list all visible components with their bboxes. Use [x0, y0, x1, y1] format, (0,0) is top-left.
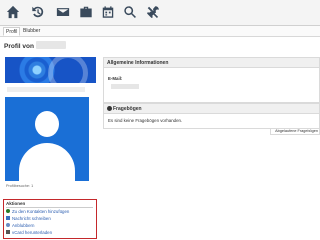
archived-questionnaires-button[interactable]: Abgelaufene Fragebögen [270, 128, 320, 135]
page-title: Profil von [4, 43, 34, 50]
blubber-label: Anblubbern [12, 222, 35, 228]
blubber-icon [6, 223, 10, 227]
tools-icon[interactable] [145, 4, 161, 20]
avatar-body-shape [19, 143, 75, 181]
mail-icon [6, 216, 10, 220]
vcard-icon [6, 230, 10, 234]
write-message-action[interactable]: Nachricht schreiben [6, 215, 51, 221]
avatar-head-shape [35, 111, 59, 137]
tab-profil[interactable]: Profil [3, 27, 21, 36]
vcard-action[interactable]: vCard herunterladen [6, 229, 52, 235]
mail-icon[interactable] [55, 4, 71, 20]
profile-visits-caption: Profilbesuche: 1 [6, 184, 34, 188]
actions-box: Aktionen Zu den Kontakten hinzufügen Nac… [3, 199, 97, 239]
calendar-icon[interactable] [100, 4, 116, 20]
questionnaires-panel: Fragebögen Es sind keine Fragebögen vorh… [103, 103, 320, 129]
general-info-panel: Allgemeine Informationen E-Mail: [103, 57, 320, 103]
home-icon[interactable] [5, 4, 21, 20]
questionnaires-title: Fragebögen [113, 106, 142, 112]
search-icon[interactable] [122, 4, 138, 20]
questionnaires-header: Fragebögen [104, 104, 319, 114]
no-questionnaires-text: Es sind keine Fragebögen vorhanden. [108, 118, 183, 123]
top-navigation-bar [0, 0, 320, 26]
avatar [5, 97, 89, 181]
actions-title: Aktionen [6, 201, 26, 206]
tab-bar: Profil Blubber [0, 26, 320, 37]
add-contact-icon [6, 209, 10, 213]
tab-blubber[interactable]: Blubber [21, 27, 42, 36]
add-contact-action[interactable]: Zu den Kontakten hinzufügen [6, 208, 69, 214]
profile-banner [5, 57, 96, 83]
redacted-user-name [36, 41, 66, 49]
history-icon[interactable] [30, 4, 46, 20]
write-message-label: Nachricht schreiben [12, 215, 51, 221]
add-contact-label: Zu den Kontakten hinzufügen [12, 208, 70, 214]
briefcase-icon[interactable] [78, 4, 94, 20]
redacted-banner-caption [7, 87, 85, 92]
email-label: E-Mail: [108, 76, 123, 81]
questionnaire-icon [107, 106, 112, 111]
blubber-action[interactable]: Anblubbern [6, 222, 34, 228]
redacted-email-value [111, 84, 139, 89]
general-info-title: Allgemeine Informationen [104, 58, 319, 68]
vcard-label: vCard herunterladen [12, 229, 53, 235]
